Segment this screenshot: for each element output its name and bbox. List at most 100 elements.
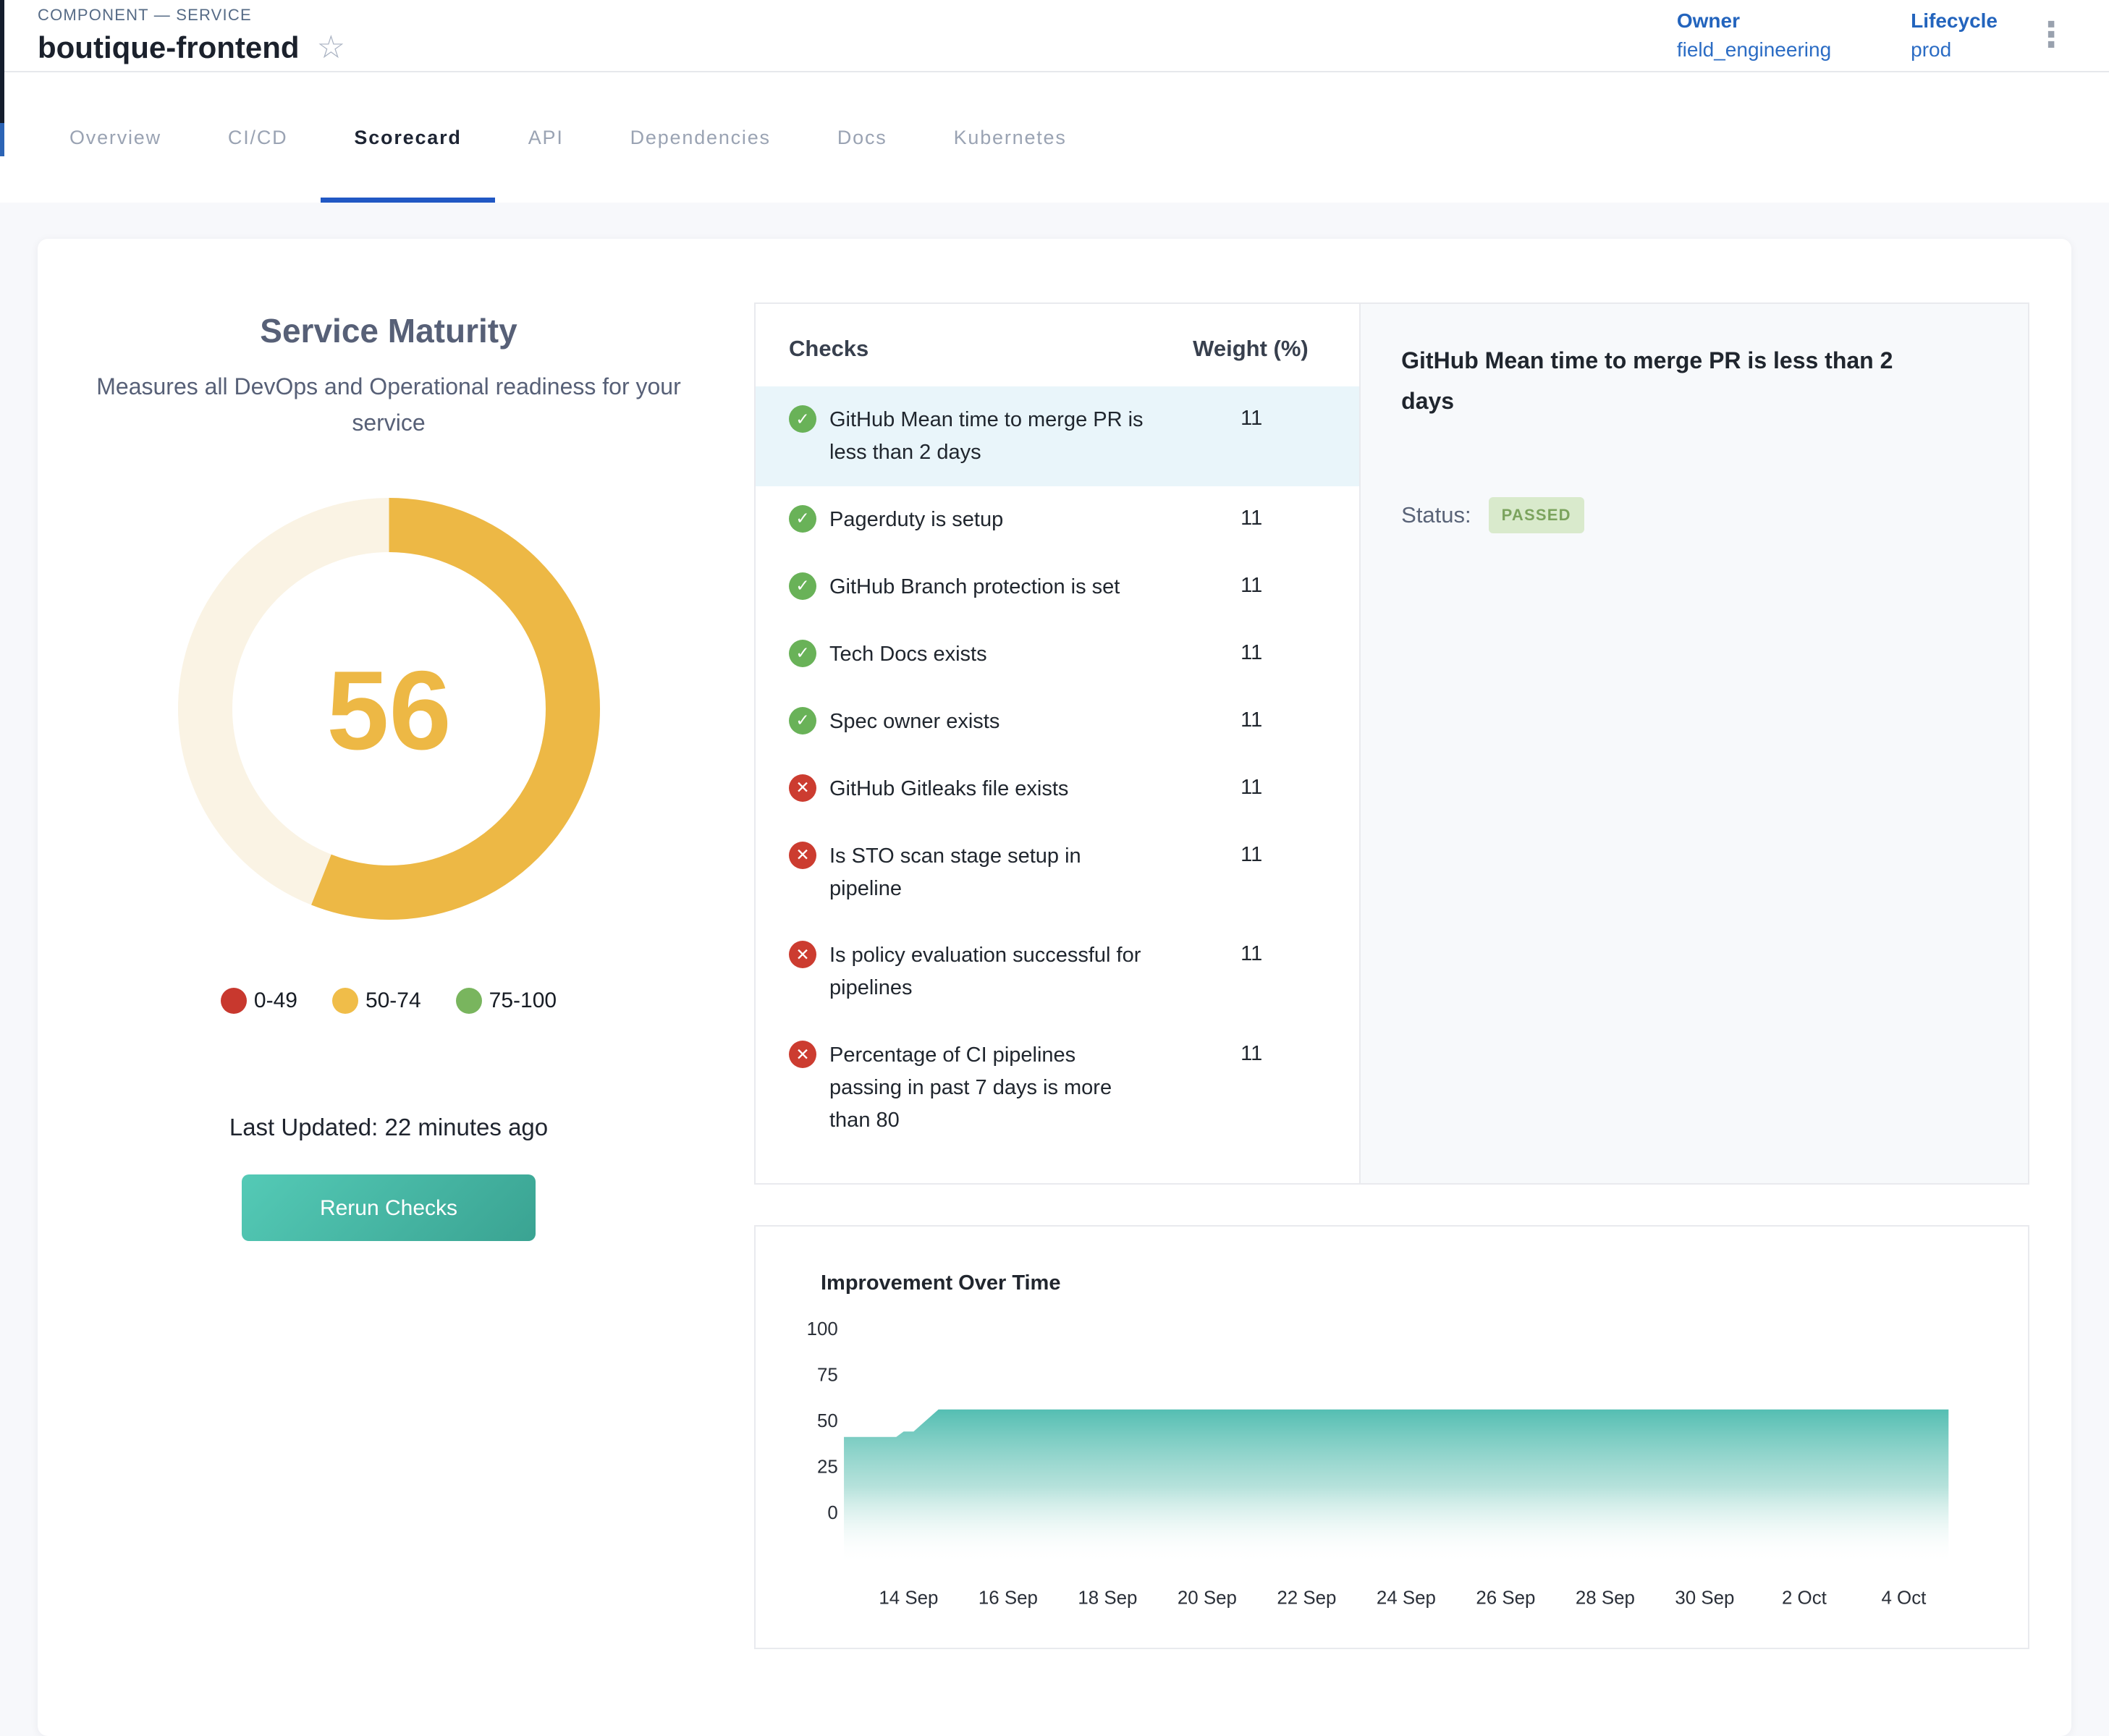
check-row-weight: 11 — [1193, 942, 1345, 966]
y-axis-tick: 0 — [827, 1503, 837, 1523]
tab-kubernetes[interactable]: Kubernetes — [921, 72, 1100, 203]
score-area-series — [844, 1410, 1948, 1564]
window-edge-dark — [0, 0, 4, 123]
check-row[interactable]: ✓ Spec owner exists 11 — [756, 688, 1359, 755]
improvement-chart: 100 75 50 25 0 14 Sep 16 Sep 18 Sep 20 Sep 22 Sep… — [793, 1316, 1990, 1625]
lifecycle-value: prod — [1911, 38, 1998, 62]
status-label: Status: — [1401, 502, 1471, 528]
check-circle-icon: ✓ — [789, 505, 816, 533]
page-title: boutique-frontend — [38, 30, 300, 65]
scorecard-content: Service Maturity Measures all DevOps and… — [0, 203, 2109, 1736]
check-row-label: Spec owner exists — [829, 706, 1180, 738]
tab-label: Kubernetes — [954, 127, 1067, 149]
rerun-checks-button[interactable]: Rerun Checks — [242, 1174, 536, 1241]
improvement-chart-card: Improvement Over Time 100755025014 Sep16… — [754, 1225, 2029, 1648]
check-row-label: Is policy evaluation successful for pipe… — [829, 939, 1180, 1004]
check-detail-panel: GitHub Mean time to merge PR is less tha… — [1359, 304, 2028, 1183]
top-bar: COMPONENT — SERVICE boutique-frontend ☆ … — [0, 0, 2109, 72]
legend-item: 0-49 — [221, 988, 297, 1014]
check-row-weight: 11 — [1193, 641, 1345, 665]
tab-docs[interactable]: Docs — [804, 72, 921, 203]
tab-label: Docs — [837, 127, 887, 149]
lifecycle-label: Lifecycle — [1911, 9, 1998, 33]
legend-dot-75-100 — [456, 988, 482, 1014]
check-row-weight: 11 — [1193, 843, 1345, 867]
x-axis-tick: 14 Sep — [879, 1588, 938, 1609]
owner-label: Owner — [1677, 9, 1831, 33]
tab-label: Overview — [69, 127, 161, 149]
check-row[interactable]: ✕ GitHub Gitleaks file exists 11 — [756, 755, 1359, 823]
scorecard-card: Service Maturity Measures all DevOps and… — [38, 239, 2071, 1736]
check-row[interactable]: ✕ Percentage of CI pipelines passing in p… — [756, 1022, 1359, 1154]
check-row-label: Tech Docs exists — [829, 638, 1180, 671]
tab-api[interactable]: API — [495, 72, 597, 203]
x-circle-icon: ✕ — [789, 941, 816, 968]
x-circle-icon: ✕ — [789, 842, 816, 869]
check-row[interactable]: ✓ GitHub Mean time to merge PR is less th… — [756, 386, 1359, 486]
x-axis-tick: 2 Oct — [1782, 1588, 1827, 1609]
last-updated-text: Last Updated: 22 minutes ago — [59, 1114, 718, 1141]
check-row-weight: 11 — [1193, 574, 1345, 598]
y-axis-tick: 75 — [817, 1365, 838, 1386]
y-axis-tick: 50 — [817, 1411, 838, 1431]
checks-column-header: Checks — [789, 336, 1193, 362]
check-row[interactable]: ✓Pagerduty is setup11 — [756, 486, 1359, 554]
check-detail-title: GitHub Mean time to merge PR is less tha… — [1401, 340, 1922, 421]
check-row-label: GitHub Mean time to merge PR is less tha… — [829, 404, 1180, 469]
check-row-weight: 11 — [1193, 1042, 1345, 1066]
check-circle-icon: ✓ — [789, 405, 816, 433]
x-axis-tick: 18 Sep — [1078, 1588, 1137, 1609]
more-menu-icon[interactable]: ⋮ — [2034, 18, 2068, 53]
score-legend: 0-49 50-74 75-100 — [59, 988, 718, 1014]
check-row-label: Pagerduty is setup — [829, 504, 1180, 536]
x-axis-tick: 22 Sep — [1277, 1588, 1336, 1609]
checks-list: Checks Weight (%) ✓ GitHub Mean time to m… — [756, 304, 1359, 1183]
owner-value[interactable]: field_engineering — [1677, 38, 1831, 62]
check-row[interactable]: ✕ Is policy evaluation successful for pip… — [756, 922, 1359, 1022]
checks-card: Checks Weight (%) ✓ GitHub Mean time to m… — [754, 302, 2029, 1185]
maturity-title: Service Maturity — [59, 311, 718, 350]
x-axis-tick: 26 Sep — [1476, 1588, 1535, 1609]
check-row-weight: 11 — [1193, 407, 1345, 431]
check-circle-icon: ✓ — [789, 640, 816, 667]
check-row[interactable]: ✕ Is STO scan stage setup in pipeline 11 — [756, 823, 1359, 923]
x-circle-icon: ✕ — [789, 774, 816, 802]
legend-dot-50-74 — [332, 988, 358, 1014]
check-row[interactable]: ✓GitHub Branch protection is set11 — [756, 554, 1359, 621]
x-axis-tick: 30 Sep — [1675, 1588, 1734, 1609]
entity-heading: COMPONENT — SERVICE boutique-frontend ☆ — [38, 6, 345, 65]
y-axis-tick: 100 — [807, 1319, 838, 1339]
favorite-star-icon[interactable]: ☆ — [317, 32, 345, 64]
check-row-weight: 11 — [1193, 776, 1345, 800]
owner-block: Owner field_engineering — [1677, 9, 1831, 62]
legend-label: 50-74 — [365, 988, 421, 1013]
tab-overview[interactable]: Overview — [36, 72, 195, 203]
check-row-weight: 11 — [1193, 708, 1345, 732]
x-axis-tick: 24 Sep — [1377, 1588, 1436, 1609]
tab-scorecard[interactable]: Scorecard — [321, 72, 494, 203]
check-row-label: Percentage of CI pipelines passing in pa… — [829, 1039, 1180, 1137]
window-edge-accent — [0, 123, 4, 156]
x-axis-tick: 20 Sep — [1178, 1588, 1237, 1609]
check-circle-icon: ✓ — [789, 707, 816, 734]
check-row-label: GitHub Gitleaks file exists — [829, 773, 1180, 805]
maturity-panel: Service Maturity Measures all DevOps and… — [59, 289, 718, 1649]
score-donut: 56 — [177, 497, 601, 924]
legend-label: 75-100 — [489, 988, 557, 1013]
x-axis-tick: 16 Sep — [979, 1588, 1038, 1609]
tab-label: API — [528, 127, 564, 149]
legend-item: 75-100 — [456, 988, 557, 1014]
y-axis-tick: 25 — [817, 1457, 838, 1478]
weight-column-header: Weight (%) — [1193, 336, 1345, 362]
lifecycle-block: Lifecycle prod — [1911, 9, 1998, 62]
check-row[interactable]: ✓ Tech Docs exists 11 — [756, 621, 1359, 688]
tab-label: Dependencies — [630, 127, 771, 149]
legend-dot-0-49 — [221, 988, 247, 1014]
checks-list-header: Checks Weight (%) — [756, 304, 1359, 386]
legend-label: 0-49 — [254, 988, 297, 1013]
x-circle-icon: ✕ — [789, 1041, 816, 1068]
breadcrumb: COMPONENT — SERVICE — [38, 6, 345, 25]
check-row-label: Is STO scan stage setup in pipeline — [829, 840, 1180, 905]
tab-dependencies[interactable]: Dependencies — [597, 72, 804, 203]
tab-ci-cd[interactable]: CI/CD — [195, 72, 321, 203]
